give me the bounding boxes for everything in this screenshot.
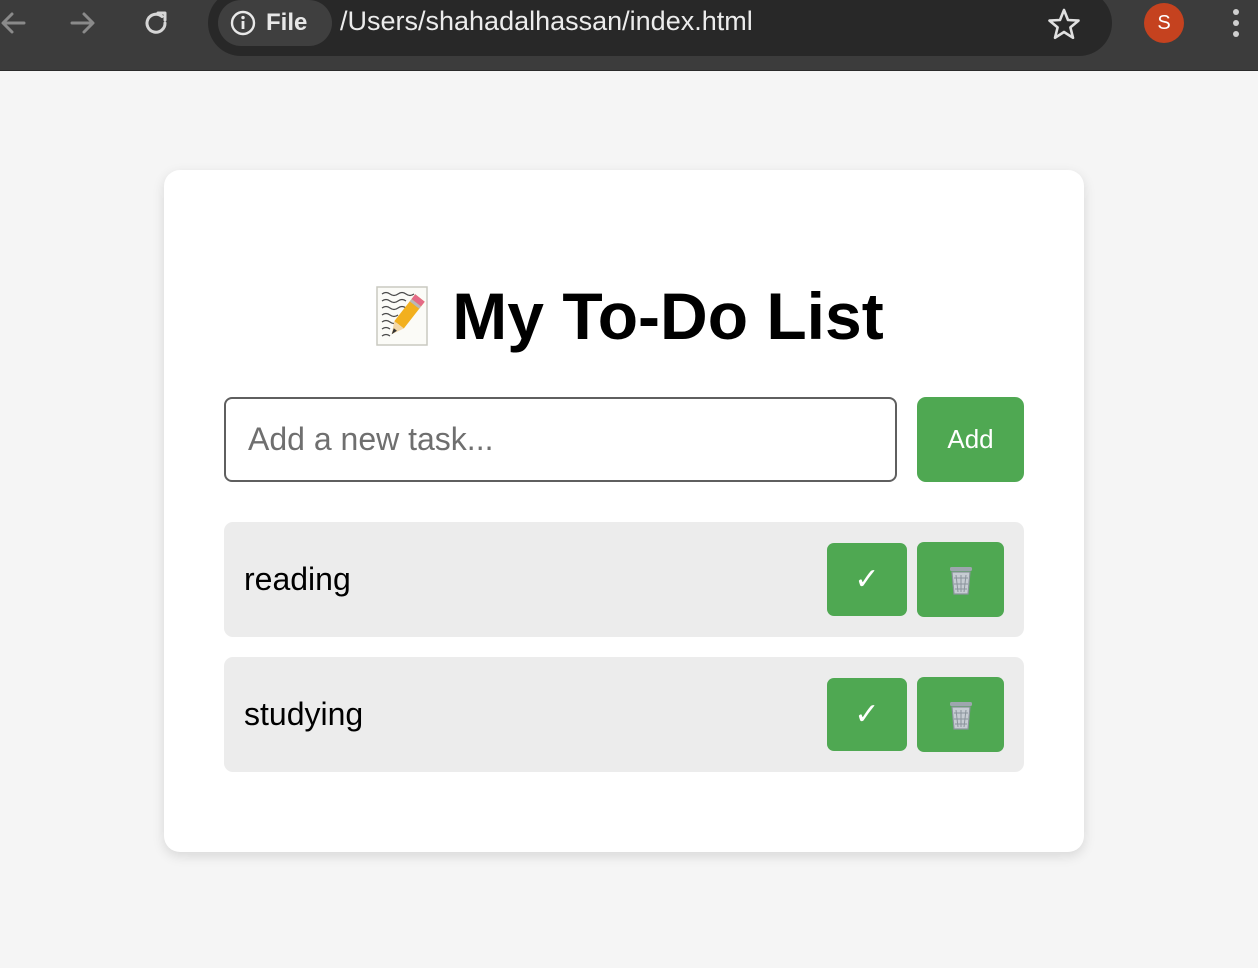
- info-icon: [230, 10, 256, 36]
- delete-task-button[interactable]: [917, 542, 1004, 617]
- forward-arrow-icon: [70, 12, 95, 34]
- memo-icon: [374, 284, 432, 348]
- more-menu-icon[interactable]: [1222, 2, 1250, 44]
- forward-button[interactable]: [66, 6, 100, 40]
- trash-icon: [949, 701, 972, 730]
- profile-avatar[interactable]: S: [1144, 3, 1184, 43]
- task-item: reading ✓: [224, 522, 1024, 637]
- address-bar[interactable]: File /Users/shahadalhassan/index.html: [208, 0, 1112, 56]
- new-task-input[interactable]: [224, 397, 897, 482]
- task-text: studying: [244, 696, 364, 732]
- task-item: studying ✓: [224, 657, 1024, 772]
- page-title-text: My To-Do List: [452, 279, 884, 353]
- delete-task-button[interactable]: [917, 677, 1004, 752]
- task-text: reading: [244, 561, 351, 597]
- reload-icon: [145, 11, 167, 34]
- complete-task-button[interactable]: ✓: [827, 543, 907, 616]
- back-arrow-icon: [1, 12, 26, 34]
- bookmark-button[interactable]: [1046, 6, 1082, 42]
- star-icon: [1048, 8, 1080, 40]
- trash-icon: [949, 566, 972, 595]
- site-info-chip[interactable]: File: [218, 0, 332, 46]
- site-chip-label: File: [266, 9, 308, 36]
- page-title: My To-Do List: [0, 278, 1258, 363]
- browser-toolbar: File /Users/shahadalhassan/index.html S: [0, 0, 1258, 71]
- complete-task-button[interactable]: ✓: [827, 678, 907, 751]
- reload-button[interactable]: [139, 6, 173, 40]
- url-text[interactable]: /Users/shahadalhassan/index.html: [340, 6, 753, 37]
- back-button[interactable]: [0, 6, 30, 40]
- add-task-button[interactable]: Add: [917, 397, 1024, 482]
